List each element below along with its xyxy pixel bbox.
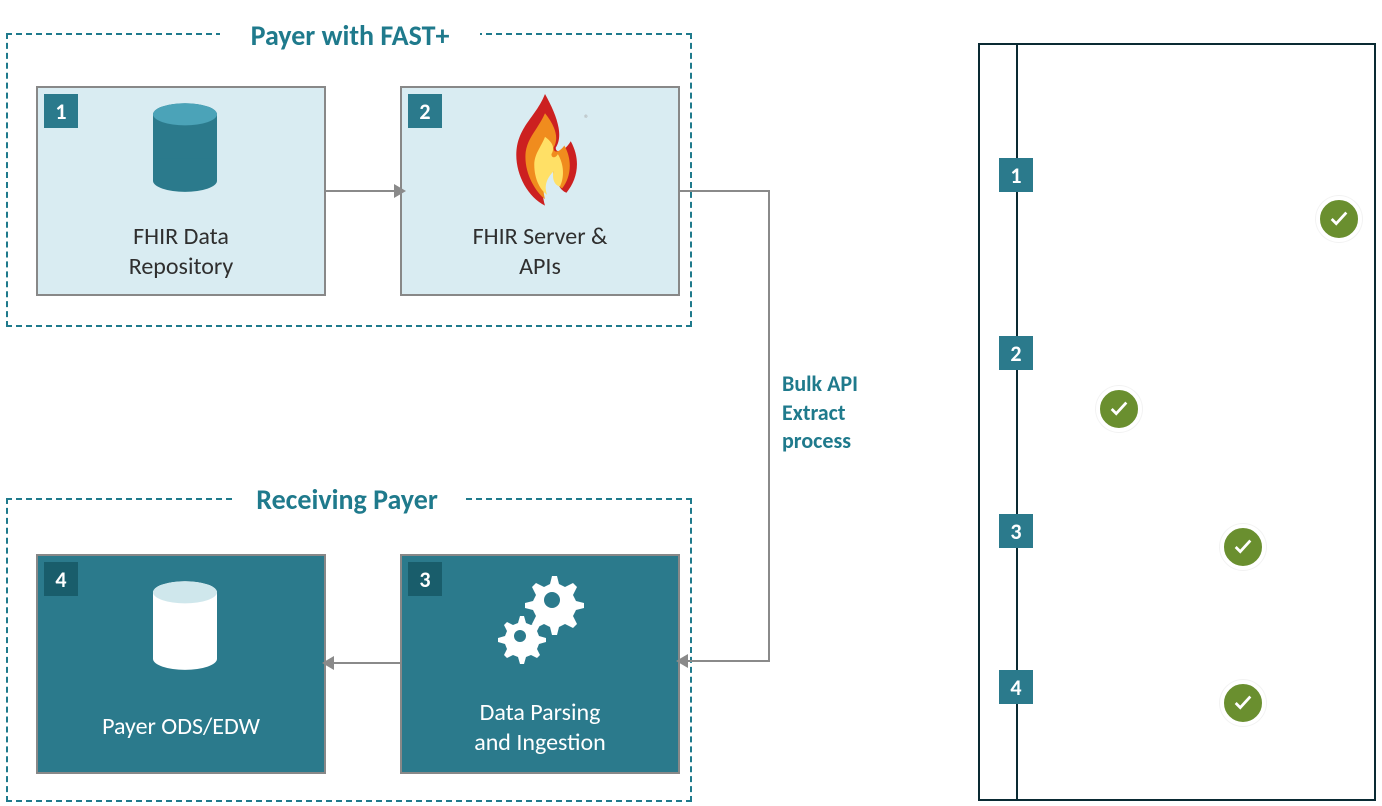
check-icon	[1232, 692, 1254, 714]
side-num-3: 3	[999, 514, 1033, 548]
node-2-label: FHIR Server & APIs	[402, 222, 678, 282]
node-payer-ods: 4 Payer ODS/EDW	[36, 554, 326, 774]
arrow-2-to-3-seg2	[768, 190, 770, 662]
arrow-2-to-3-seg1	[680, 190, 770, 192]
node-2-label-line2: APIs	[519, 252, 561, 281]
database-icon	[146, 102, 224, 198]
api-label-line1: Bulk API	[782, 370, 858, 397]
node-data-parsing: 3 Data Parsing and Ingestion	[400, 554, 680, 774]
side-num-2: 2	[999, 336, 1033, 370]
group-payer-fast-title: Payer with FAST+	[220, 18, 480, 53]
node-num-4: 4	[44, 562, 78, 596]
gears-icon	[490, 570, 600, 670]
node-num-2: 2	[408, 94, 442, 128]
right-panel	[978, 43, 1376, 801]
check-4	[1220, 680, 1266, 726]
check-3	[1220, 524, 1266, 570]
node-3-label-line2: and Ingestion	[474, 728, 606, 757]
bulk-api-label: Bulk API Extract process	[782, 370, 858, 456]
group-receiving-payer-title: Receiving Payer	[232, 482, 462, 517]
node-3-label-line1: Data Parsing	[480, 698, 601, 727]
arrow-3-to-4	[330, 662, 400, 664]
check-1	[1316, 196, 1362, 242]
arrow-2-to-3-head	[676, 654, 688, 668]
arrow-2-to-3-seg3	[684, 660, 770, 662]
node-1-label-line2: Repository	[129, 252, 234, 281]
side-num-1: 1	[999, 158, 1033, 192]
node-3-label: Data Parsing and Ingestion	[402, 698, 678, 758]
check-2	[1096, 386, 1142, 432]
node-4-label: Payer ODS/EDW	[38, 712, 324, 742]
node-fhir-repository: 1 FHIR Data Repository	[36, 86, 326, 296]
check-icon	[1232, 536, 1254, 558]
arrow-1-to-2	[326, 190, 398, 192]
node-num-1: 1	[44, 94, 78, 128]
node-1-label-line1: FHIR Data	[133, 222, 229, 251]
node-4-label-line1: Payer ODS/EDW	[102, 712, 260, 741]
api-label-line2: Extract	[782, 399, 846, 426]
flame-icon	[500, 94, 590, 212]
node-num-3: 3	[408, 562, 442, 596]
node-2-label-line1: FHIR Server &	[473, 222, 608, 251]
check-icon	[1328, 208, 1350, 230]
side-num-4: 4	[999, 670, 1033, 704]
database-icon-white	[146, 580, 224, 676]
node-1-label: FHIR Data Repository	[38, 222, 324, 282]
check-icon	[1108, 398, 1130, 420]
arrow-3-to-4-head	[322, 656, 334, 670]
arrow-1-to-2-head	[394, 184, 406, 198]
node-fhir-server: 2 ® FHIR Server & APIs	[400, 86, 680, 296]
api-label-line3: process	[782, 427, 851, 454]
